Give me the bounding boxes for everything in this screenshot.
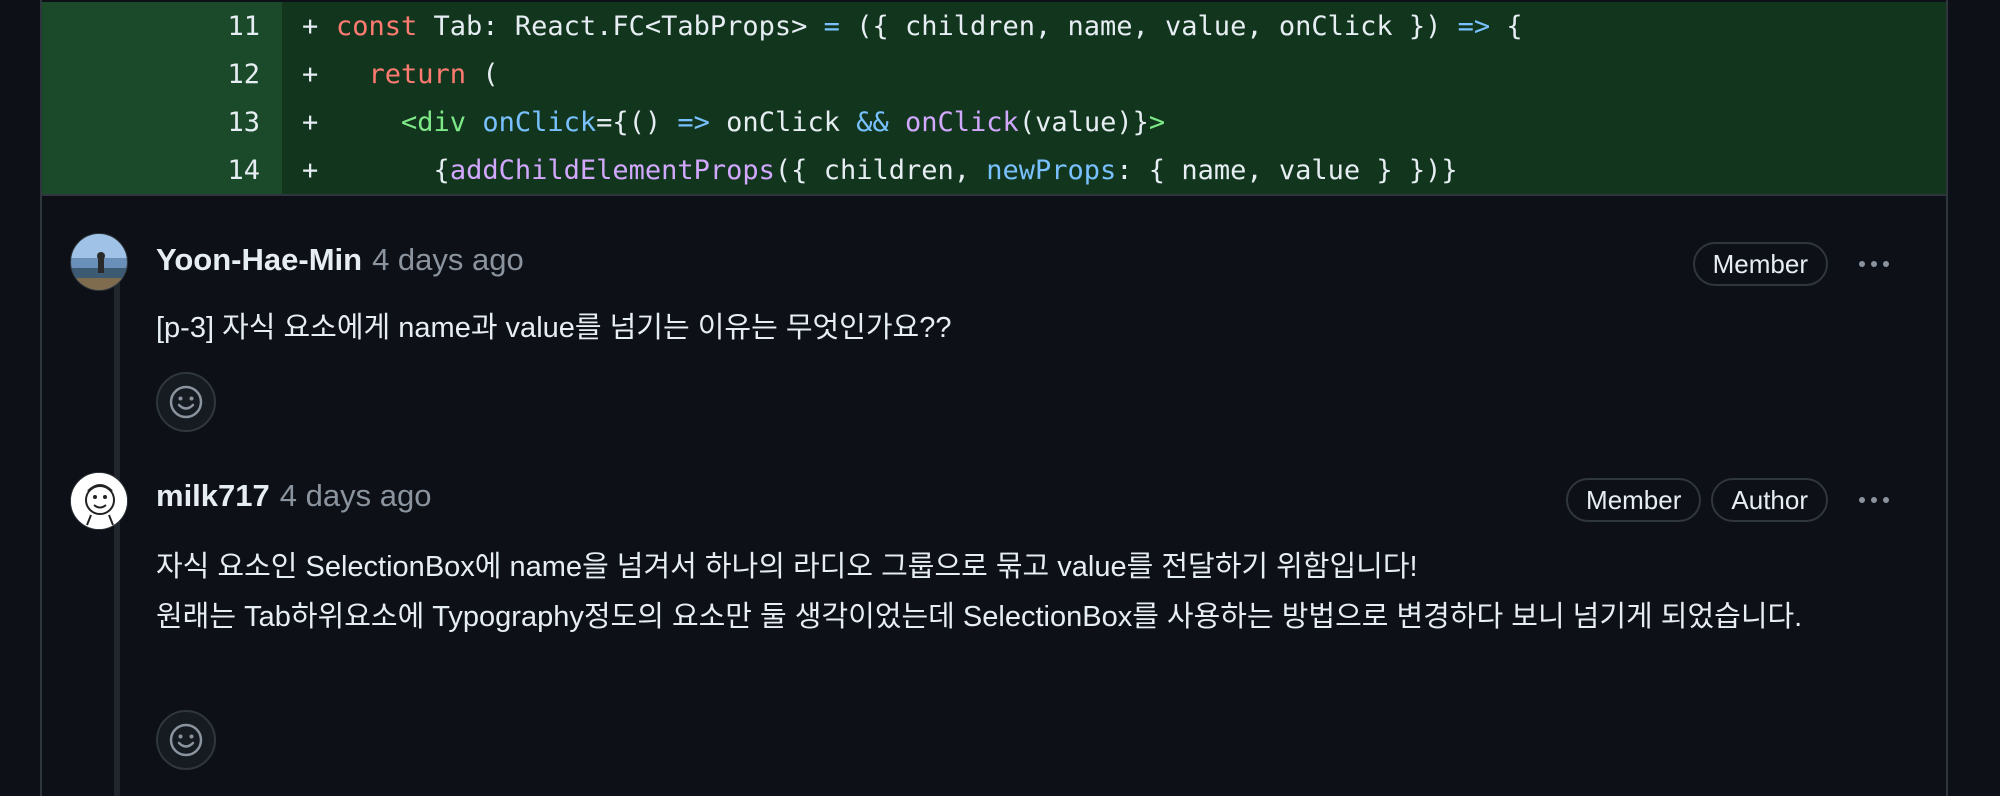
diff-line-14: 14 + {addChildElementProps({ children, n… bbox=[42, 146, 1946, 194]
comment-header: Yoon-Hae-Min 4 days ago bbox=[156, 242, 524, 278]
add-reaction-button[interactable] bbox=[156, 710, 216, 770]
code-token: && bbox=[856, 106, 889, 138]
code-line: + <div onClick ={() => onClick && onClick… bbox=[282, 98, 1946, 146]
avatar-drawing-icon bbox=[71, 473, 127, 529]
comment-paragraph: [p-3] 자식 요소에게 name과 value를 넘기는 이유는 무엇인가요… bbox=[156, 312, 952, 344]
addition-marker: + bbox=[302, 106, 319, 138]
pull-request-review-thread: 11 + const Tab: React.FC<TabProps> = ({ c… bbox=[40, 0, 1948, 796]
code-line: + const Tab: React.FC<TabProps> = ({ chil… bbox=[282, 2, 1946, 50]
line-number[interactable]: 14 bbox=[42, 146, 282, 194]
code-token: ({ children, name, value, onClick }) bbox=[839, 10, 1458, 42]
line-number[interactable]: 12 bbox=[42, 50, 282, 98]
code-token: <div bbox=[401, 106, 467, 138]
addition-marker: + bbox=[302, 10, 319, 42]
addition-marker: + bbox=[302, 58, 319, 90]
code-token: => bbox=[1457, 10, 1491, 42]
comment-badges: Member bbox=[1692, 242, 1902, 286]
member-badge: Member bbox=[1566, 478, 1702, 522]
avatar-photo-icon bbox=[71, 234, 127, 290]
code-token: addChildElementProps bbox=[449, 154, 775, 186]
smiley-icon bbox=[169, 385, 203, 419]
code-token: (value)} bbox=[1018, 106, 1149, 138]
code-token: ({ children, bbox=[774, 154, 987, 186]
author-badge: Author bbox=[1711, 478, 1828, 522]
code-token: Tab: React.FC<TabProps> bbox=[417, 10, 824, 42]
thread-connector bbox=[114, 260, 120, 796]
comment-timestamp[interactable]: 4 days ago bbox=[280, 478, 432, 513]
code-token: ( bbox=[466, 58, 499, 90]
kebab-horizontal-icon[interactable] bbox=[1846, 244, 1902, 284]
comment-timestamp[interactable]: 4 days ago bbox=[372, 242, 524, 277]
diff-line-11: 11 + const Tab: React.FC<TabProps> = ({ c… bbox=[42, 2, 1946, 50]
code-token: return bbox=[368, 58, 467, 90]
code-line: + {addChildElementProps({ children, newP… bbox=[282, 146, 1946, 194]
diff-hunk: 11 + const Tab: React.FC<TabProps> = ({ c… bbox=[42, 0, 1946, 196]
comment-body: [p-3] 자식 요소에게 name과 value를 넘기는 이유는 무엇인가요… bbox=[156, 303, 1886, 353]
code-token: : { name, value } })} bbox=[1116, 154, 1458, 186]
comment-header: milk717 4 days ago bbox=[156, 478, 431, 514]
code-token: newProps bbox=[986, 154, 1117, 186]
code-token: onClick bbox=[905, 106, 1019, 138]
code-token: { bbox=[1490, 10, 1523, 42]
code-token: onClick bbox=[709, 106, 857, 138]
code-token: = bbox=[823, 10, 840, 42]
smiley-icon bbox=[169, 723, 203, 757]
code-token: > bbox=[1148, 106, 1166, 138]
comment-body: 자식 요소인 SelectionBox에 name을 넘겨서 하나의 라디오 그… bbox=[156, 542, 1886, 642]
code-token: const bbox=[336, 10, 418, 42]
comment-badges: Member Author bbox=[1566, 478, 1902, 522]
comment-paragraph: 자식 요소인 SelectionBox에 name을 넘겨서 하나의 라디오 그… bbox=[156, 551, 1418, 583]
code-line: + return ( bbox=[282, 50, 1946, 98]
comment-paragraph: 원래는 Tab하위요소에 Typography정도의 요소만 둘 생각이었는데 … bbox=[156, 601, 1803, 633]
code-token: { bbox=[433, 154, 450, 186]
diff-line-12: 12 + return ( bbox=[42, 50, 1946, 98]
code-token: ={() bbox=[596, 106, 678, 138]
line-number[interactable]: 13 bbox=[42, 98, 282, 146]
member-badge: Member bbox=[1692, 242, 1828, 286]
author-name[interactable]: Yoon-Hae-Min bbox=[156, 242, 362, 277]
avatar[interactable] bbox=[70, 472, 128, 530]
add-reaction-button[interactable] bbox=[156, 372, 216, 432]
addition-marker: + bbox=[302, 154, 319, 186]
code-token: => bbox=[677, 106, 710, 138]
diff-line-13: 13 + <div onClick ={() => onClick && onCl… bbox=[42, 98, 1946, 146]
author-name[interactable]: milk717 bbox=[156, 478, 270, 513]
avatar[interactable] bbox=[70, 233, 128, 291]
kebab-horizontal-icon[interactable] bbox=[1846, 480, 1902, 520]
code-token: onClick bbox=[482, 106, 597, 138]
line-number[interactable]: 11 bbox=[42, 2, 282, 50]
